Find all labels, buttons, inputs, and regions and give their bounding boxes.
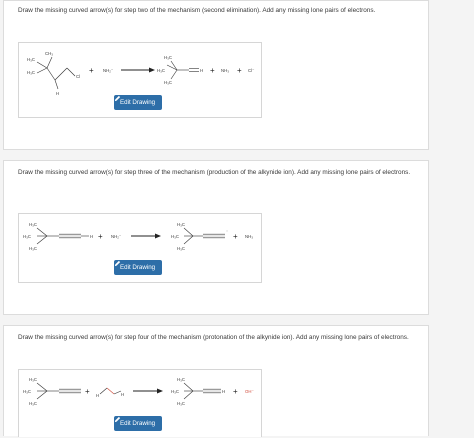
- product-label: ⁻: [226, 229, 228, 234]
- reactant-label: H: [121, 392, 124, 397]
- reactant-label: Cl: [76, 74, 80, 79]
- plus-sign: +: [237, 66, 242, 75]
- edit-drawing-label: Edit Drawing: [120, 99, 156, 106]
- reagent-label: NH₂⁻: [111, 234, 121, 239]
- reactant-label: CH₃: [45, 51, 53, 56]
- drawing-canvas-3[interactable]: H₃C H₃C H₃C + H H H₃C H₃C H₃C H + OH⁻ Ed…: [18, 369, 262, 437]
- product-label: H₃C: [164, 80, 172, 85]
- reactant-label: H₃C: [27, 57, 35, 62]
- reactant-label: H₃C: [29, 222, 37, 227]
- reactant-label: H₃C: [27, 70, 35, 75]
- plus-sign: +: [85, 387, 90, 396]
- reactant-label: H: [56, 91, 59, 96]
- plus-sign: +: [210, 66, 215, 75]
- product-label: H₃C: [177, 246, 185, 251]
- reactant-label: H: [96, 393, 99, 398]
- question-card-2: Draw the missing curved arrow(s) for ste…: [3, 160, 429, 315]
- plus-sign: +: [98, 232, 103, 241]
- product-label: H₃C: [171, 234, 179, 239]
- edit-drawing-button[interactable]: Edit Drawing: [114, 260, 163, 275]
- product-label: H: [200, 68, 203, 73]
- question-prompt-2: Draw the missing curved arrow(s) for ste…: [18, 169, 411, 176]
- product-label: NH₃: [221, 68, 229, 73]
- product-label: H₃C: [177, 401, 185, 406]
- reagent-label: NH₂⁻: [103, 68, 113, 73]
- product-label: OH⁻: [245, 389, 254, 394]
- drawing-canvas-1[interactable]: CH₃ H₃C H₃C H Cl + NH₂⁻ H₃C H₃C H₃C H +: [18, 42, 262, 118]
- plus-sign: +: [89, 66, 94, 75]
- pencil-icon: [114, 416, 121, 423]
- product-label: H₃C: [171, 389, 179, 394]
- edit-drawing-label: Edit Drawing: [120, 420, 156, 427]
- reactant-label: H: [90, 234, 93, 239]
- reactant-label: H₃C: [29, 377, 37, 382]
- reaction-arrow-icon: [131, 233, 161, 239]
- product-label: H₃C: [177, 222, 185, 227]
- plus-sign: +: [233, 387, 238, 396]
- question-card-1: Draw the missing curved arrow(s) for ste…: [3, 0, 429, 150]
- product-label: H: [222, 389, 225, 394]
- product-label: Cl⁻: [248, 68, 254, 73]
- reactant-label: H₃C: [23, 389, 31, 394]
- edit-drawing-button[interactable]: Edit Drawing: [114, 95, 163, 110]
- reactant-label: H₃C: [29, 401, 37, 406]
- pencil-icon: [114, 95, 121, 102]
- reaction-arrow-icon: [121, 67, 155, 73]
- drawing-canvas-2[interactable]: H₃C H₃C H₃C H + NH₂⁻ H₃C H₃C H₃C ⁻ + NH₃: [18, 213, 262, 283]
- question-card-3: Draw the missing curved arrow(s) for ste…: [3, 325, 429, 437]
- edit-drawing-button[interactable]: Edit Drawing: [114, 416, 163, 431]
- product-label: H₃C: [177, 377, 185, 382]
- reaction-arrow-icon: [133, 388, 163, 394]
- plus-sign: +: [233, 232, 238, 241]
- reactant-label: H₃C: [23, 234, 31, 239]
- product-label: NH₃: [245, 234, 253, 239]
- product-label: H₃C: [164, 55, 172, 60]
- question-prompt-3: Draw the missing curved arrow(s) for ste…: [18, 334, 409, 341]
- product-label: H₃C: [157, 68, 165, 73]
- edit-drawing-label: Edit Drawing: [120, 264, 156, 271]
- reactant-label: H₃C: [29, 246, 37, 251]
- pencil-icon: [114, 260, 121, 267]
- question-prompt-1: Draw the missing curved arrow(s) for ste…: [18, 7, 376, 14]
